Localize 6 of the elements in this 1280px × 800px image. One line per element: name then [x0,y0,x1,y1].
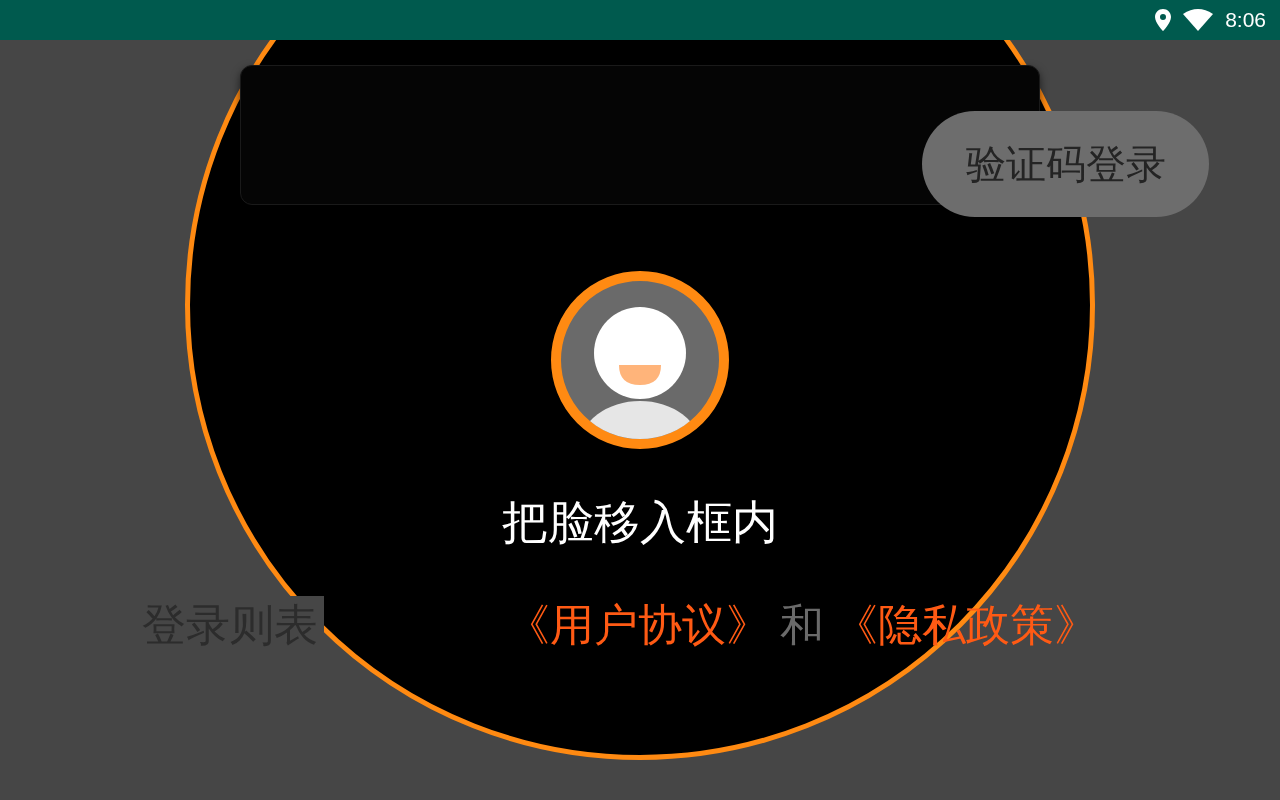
wifi-icon [1183,9,1214,31]
agreement-link[interactable]: 《用户协议》 [506,596,770,655]
status-time: 8:06 [1225,8,1266,32]
face-scan-prompt: 把脸移入框内 [501,494,779,551]
agreement-text: 和 [779,598,825,652]
location-pin-icon [1155,9,1172,31]
